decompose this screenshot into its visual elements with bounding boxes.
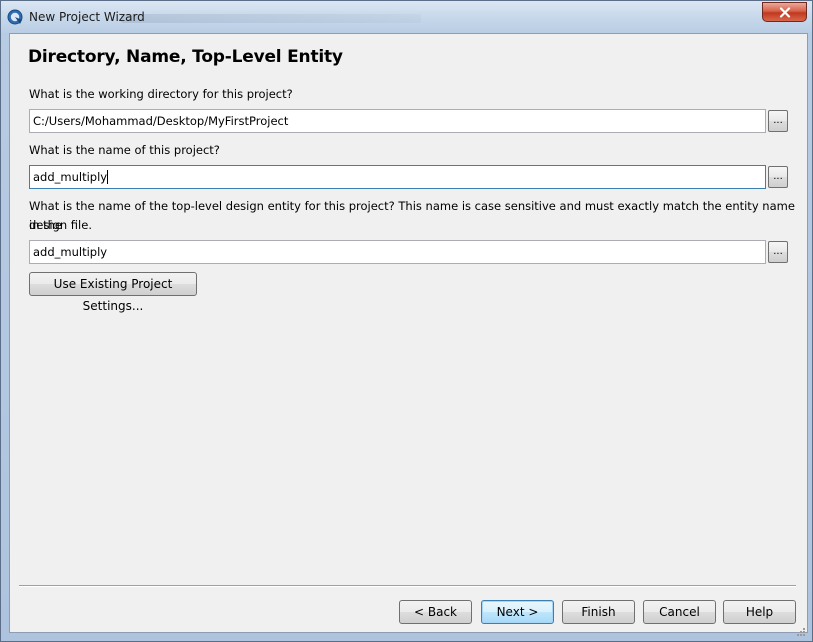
project-name-browse-button[interactable]: ... <box>768 166 788 188</box>
finish-button[interactable]: Finish <box>562 600 635 624</box>
new-project-wizard-window: New Project Wizard Directory, Name, Top-… <box>0 0 813 642</box>
directory-value: C:/Users/Mohammad/Desktop/MyFirstProject <box>33 114 289 128</box>
cancel-button[interactable]: Cancel <box>643 600 716 624</box>
top-level-entity-input[interactable]: add_multiply <box>29 240 766 264</box>
project-name-input[interactable]: add_multiply <box>29 165 766 189</box>
close-button[interactable] <box>762 2 807 22</box>
resize-grip-icon[interactable] <box>796 622 806 636</box>
text-caret <box>107 170 109 184</box>
next-button[interactable]: Next > <box>481 600 554 624</box>
back-button[interactable]: < Back <box>399 600 472 624</box>
top-level-entity-value: add_multiply <box>33 245 108 259</box>
top-level-entity-label-line2: design file. <box>29 218 92 232</box>
project-name-label: What is the name of this project? <box>29 143 220 157</box>
title-bar[interactable]: New Project Wizard <box>1 1 812 33</box>
footer-separator <box>19 585 796 587</box>
project-name-value: add_multiply <box>33 170 108 184</box>
top-level-entity-label-line1: What is the name of the top-level design… <box>29 199 795 232</box>
top-level-entity-browse-button[interactable]: ... <box>768 241 788 263</box>
wizard-page: Directory, Name, Top-Level Entity What i… <box>9 33 808 636</box>
background-window-ghost <box>121 14 421 23</box>
quartus-app-icon <box>7 9 23 25</box>
directory-browse-button[interactable]: ... <box>768 110 788 132</box>
close-icon <box>779 6 791 18</box>
directory-input[interactable]: C:/Users/Mohammad/Desktop/MyFirstProject <box>29 109 766 133</box>
page-heading: Directory, Name, Top-Level Entity <box>28 47 343 67</box>
help-button[interactable]: Help <box>723 600 796 624</box>
use-existing-project-settings-button[interactable]: Use Existing Project Settings... <box>29 272 197 313</box>
window-title: New Project Wizard <box>29 10 145 24</box>
directory-label: What is the working directory for this p… <box>29 87 293 101</box>
